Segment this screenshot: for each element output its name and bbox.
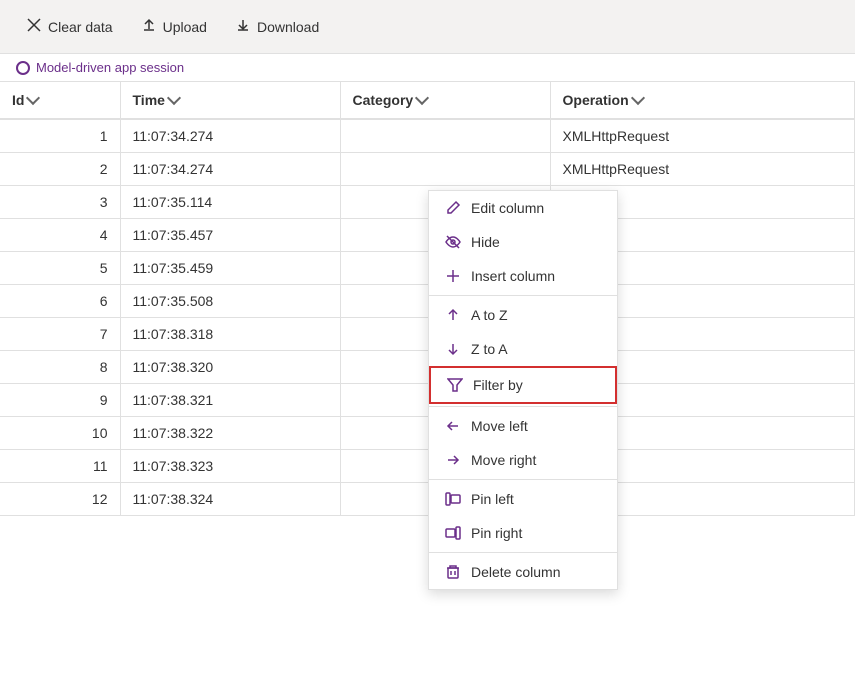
cell-operation: XMLHttpRequest [550,119,855,153]
cell-time: 11:07:34.274 [120,153,340,186]
chevron-down-icon [631,91,645,105]
cell-category [340,153,550,186]
column-context-menu: Edit column Hide Insert column A to Z Z … [428,190,618,590]
col-header-operation[interactable]: Operation [550,82,855,119]
plus-icon [445,268,461,284]
menu-item-a-to-z[interactable]: A to Z [429,298,617,332]
toolbar: Clear data Upload Download [0,0,855,54]
cell-id: 5 [0,252,120,285]
chevron-down-icon [167,91,181,105]
x-icon [26,17,42,36]
menu-item-hide[interactable]: Hide [429,225,617,259]
clear-data-button[interactable]: Clear data [16,11,123,42]
menu-divider [429,406,617,407]
menu-item-move-left[interactable]: Move left [429,409,617,443]
filter-icon [447,377,463,393]
download-icon [235,17,251,36]
cell-time: 11:07:38.320 [120,351,340,384]
cell-time: 11:07:35.459 [120,252,340,285]
cell-time: 11:07:38.318 [120,318,340,351]
arrow-right-icon [445,452,461,468]
menu-item-label: Pin right [471,525,522,541]
menu-item-z-to-a[interactable]: Z to A [429,332,617,366]
arrow-left-icon [445,418,461,434]
menu-item-pin-right[interactable]: Pin right [429,516,617,550]
menu-item-label: Delete column [471,564,561,580]
cell-time: 11:07:38.321 [120,384,340,417]
pin-left-icon [445,491,461,507]
col-header-category[interactable]: Category [340,82,550,119]
menu-item-label: A to Z [471,307,508,323]
chevron-down-icon [415,91,429,105]
cell-id: 2 [0,153,120,186]
upload-icon [141,17,157,36]
main-content: Id Time Category [0,82,855,516]
chevron-down-icon [26,91,40,105]
cell-time: 11:07:35.457 [120,219,340,252]
cell-id: 8 [0,351,120,384]
arrow-up-icon [445,307,461,323]
menu-item-edit-column[interactable]: Edit column [429,191,617,225]
menu-item-insert-column[interactable]: Insert column [429,259,617,293]
cell-time: 11:07:34.274 [120,119,340,153]
cell-id: 10 [0,417,120,450]
menu-item-delete-column[interactable]: Delete column [429,555,617,589]
cell-id: 9 [0,384,120,417]
upload-button[interactable]: Upload [131,11,217,42]
arrow-down-icon [445,341,461,357]
download-button[interactable]: Download [225,11,329,42]
pin-right-icon [445,525,461,541]
table-row: 2 11:07:34.274 XMLHttpRequest [0,153,855,186]
cell-id: 1 [0,119,120,153]
cell-time: 11:07:35.114 [120,186,340,219]
session-circle-icon [16,61,30,75]
menu-item-label: Z to A [471,341,508,357]
cell-id: 12 [0,483,120,516]
menu-item-label: Move right [471,452,536,468]
cell-category [340,119,550,153]
menu-item-label: Insert column [471,268,555,284]
clear-data-label: Clear data [48,19,113,35]
session-bar: Model-driven app session [0,54,855,82]
upload-label: Upload [163,19,207,35]
menu-divider [429,552,617,553]
menu-item-filter-by[interactable]: Filter by [429,366,617,404]
cell-id: 7 [0,318,120,351]
menu-item-label: Pin left [471,491,514,507]
cell-operation: XMLHttpRequest [550,153,855,186]
menu-item-label: Filter by [473,377,523,393]
menu-divider [429,295,617,296]
table-row: 1 11:07:34.274 XMLHttpRequest [0,119,855,153]
cell-time: 11:07:38.323 [120,450,340,483]
cell-id: 11 [0,450,120,483]
cell-id: 4 [0,219,120,252]
menu-item-move-right[interactable]: Move right [429,443,617,477]
menu-item-label: Hide [471,234,500,250]
session-label: Model-driven app session [36,60,184,75]
col-header-id[interactable]: Id [0,82,120,119]
cell-id: 6 [0,285,120,318]
cell-time: 11:07:38.322 [120,417,340,450]
menu-item-label: Edit column [471,200,544,216]
cell-time: 11:07:38.324 [120,483,340,516]
download-label: Download [257,19,319,35]
pencil-icon [445,200,461,216]
menu-item-pin-left[interactable]: Pin left [429,482,617,516]
cell-id: 3 [0,186,120,219]
trash-icon [445,564,461,580]
cell-time: 11:07:35.508 [120,285,340,318]
menu-divider [429,479,617,480]
col-header-time[interactable]: Time [120,82,340,119]
menu-item-label: Move left [471,418,528,434]
hide-icon [445,234,461,250]
